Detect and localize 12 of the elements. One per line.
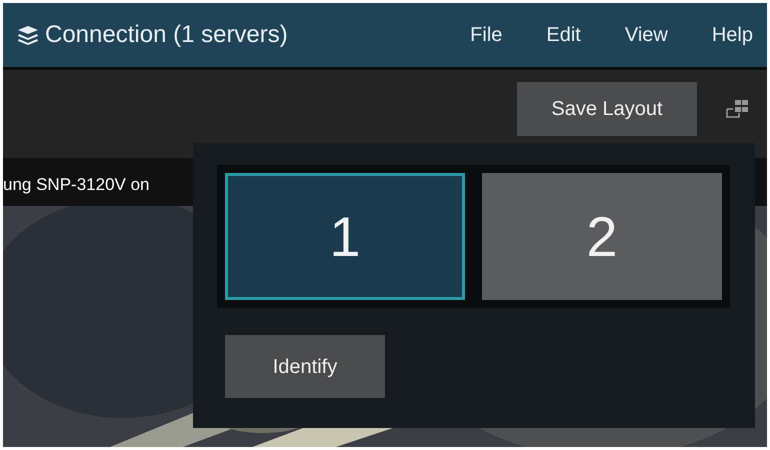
camera-caption: ung SNP-3120V on <box>3 176 150 193</box>
window-title: Connection (1 servers) <box>45 20 288 50</box>
save-layout-button[interactable]: Save Layout <box>517 82 697 136</box>
layout-grid-icon[interactable] <box>725 99 749 119</box>
monitor-tile[interactable]: 2 <box>482 173 722 300</box>
menu-item[interactable]: File <box>470 20 502 50</box>
layers-icon <box>17 25 39 45</box>
monitor-tile[interactable]: 1 <box>225 173 465 300</box>
identify-button[interactable]: Identify <box>225 335 385 398</box>
menu-item[interactable]: View <box>624 20 668 50</box>
menu-item[interactable]: Edit <box>546 20 581 50</box>
menu-item[interactable]: Help <box>712 20 753 50</box>
